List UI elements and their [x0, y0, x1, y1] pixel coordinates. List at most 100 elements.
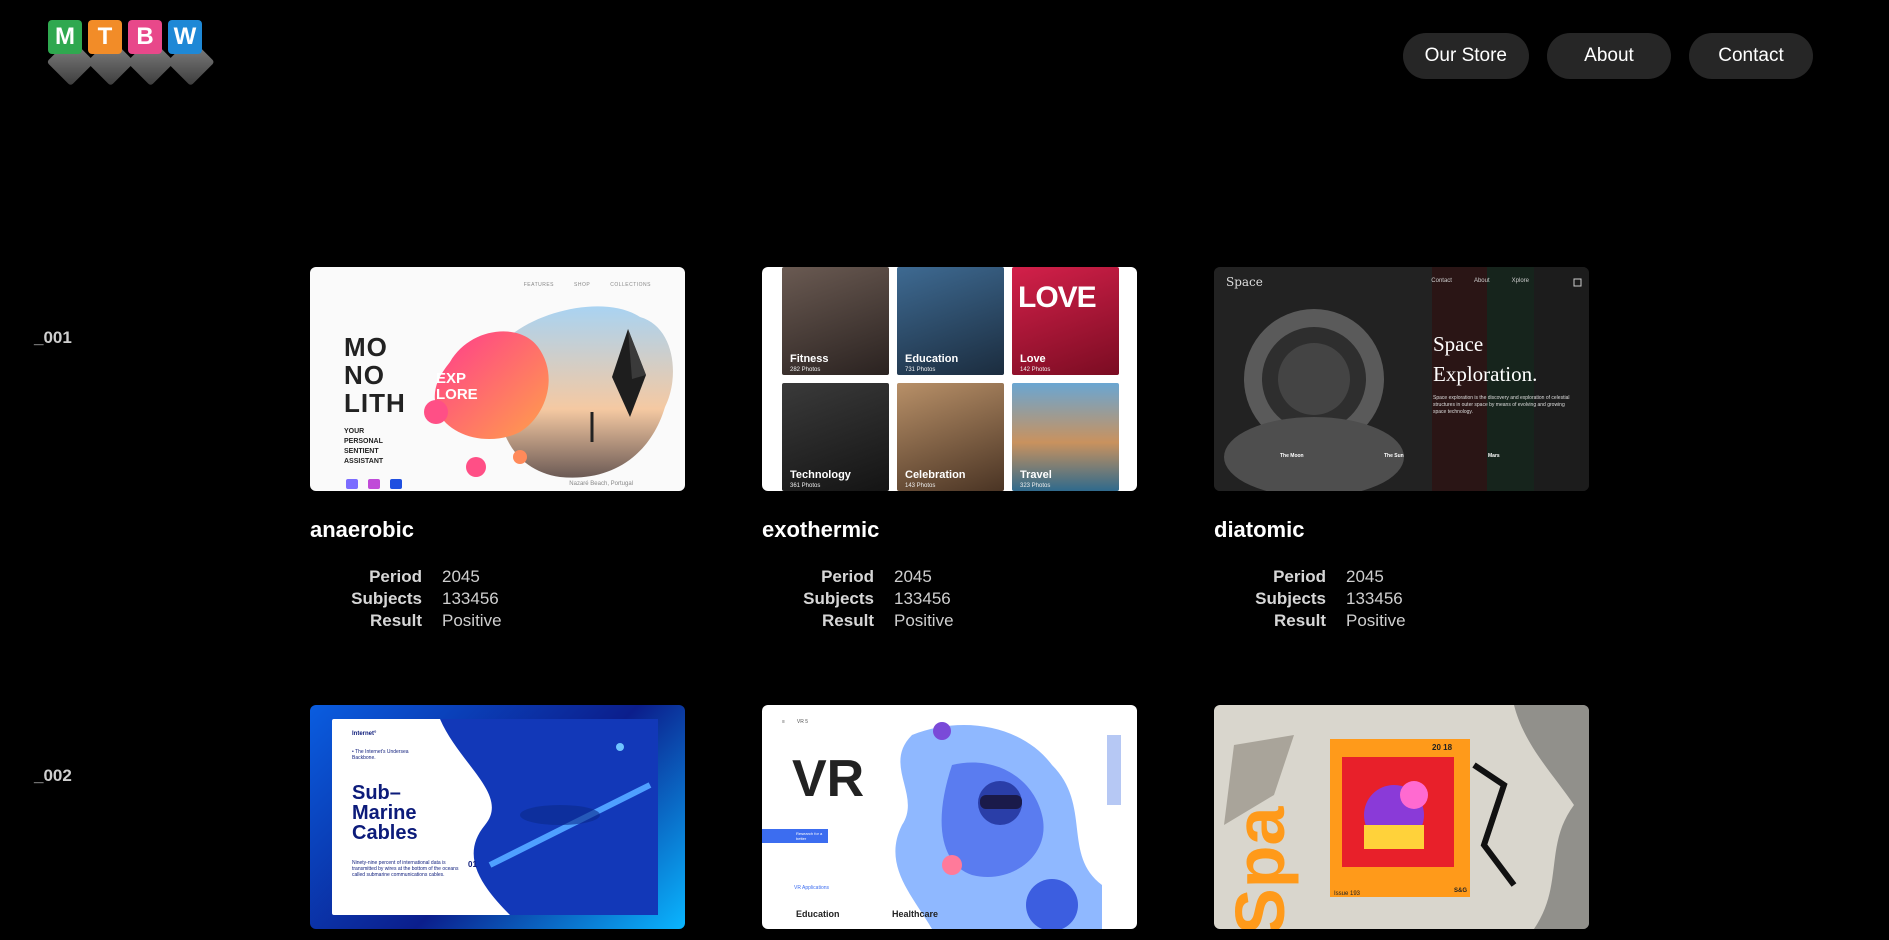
card-title[interactable]: diatomic [1214, 517, 1589, 543]
meta-key-subjects: Subjects [351, 589, 422, 608]
project-card-diatomic[interactable]: Space Contact About Xplore Space Explora… [1214, 267, 1589, 631]
site-logo[interactable]: M T B W [46, 20, 238, 90]
meta-value-subjects: 133456 [442, 589, 499, 608]
logo-letter-t: T [88, 20, 122, 54]
thumb-badge: EXP LORE [436, 371, 478, 403]
thumb-column-label: The Sun [1384, 453, 1404, 459]
logo-letter-m: M [48, 20, 82, 54]
project-card-vr[interactable]: ≡ VR 5 VR Research for a better VR Appli… [762, 705, 1137, 929]
card-title[interactable]: anaerobic [310, 517, 685, 543]
thumb-nav-item: About [1473, 278, 1490, 284]
thumb-nav: Contact About Xplore [1431, 278, 1529, 284]
tile-count: 282 Photos [790, 367, 821, 373]
thumb-title: VR [792, 750, 865, 808]
tile-count: 323 Photos [1020, 483, 1051, 489]
main-nav: Our Store About Contact [1402, 33, 1813, 79]
meta-value-result: Positive [1346, 611, 1406, 630]
poster-brand: S&G [1454, 888, 1468, 894]
meta-key-result: Result [370, 611, 422, 630]
meta-value-period: 2045 [894, 567, 932, 586]
thumb-title-line: Exploration. [1433, 362, 1538, 386]
square-icon [390, 479, 402, 489]
row-label-001: _001 [34, 328, 72, 347]
thumb-title: Sub– Marine Cables [352, 783, 418, 843]
thumb-nav-item: ≡ [782, 719, 785, 725]
thumb-title-line: Sub– [352, 782, 401, 804]
thumb-badge-line: EXP [436, 370, 467, 387]
meta-key-period: Period [821, 567, 874, 586]
thumb-number: 01 [468, 860, 477, 869]
our-store-button[interactable]: Our Store [1402, 33, 1529, 79]
tile-count: 142 Photos [1020, 367, 1051, 373]
meta-value-subjects: 133456 [1346, 589, 1403, 608]
thumb-body: Ninety-nine percent of international dat… [352, 860, 459, 878]
thumb-nav-item: VR 5 [796, 719, 809, 725]
contact-button[interactable]: Contact [1689, 33, 1813, 79]
logo-letter-w: W [168, 20, 202, 54]
meta-key-subjects: Subjects [1255, 589, 1326, 608]
tile-count: 143 Photos [905, 483, 936, 489]
thumb-title-line: Cables [352, 822, 418, 844]
thumb-kicker: • The Internet's Undersea Backbone. [352, 749, 409, 761]
thumb-logo: Space [1226, 275, 1263, 289]
square-icon [368, 479, 380, 489]
project-thumbnail[interactable]: Internet° • The Internet's Undersea Back… [310, 705, 685, 929]
tile-label: Education [905, 353, 959, 365]
meta-key-result: Result [822, 611, 874, 630]
blob-illustration [424, 306, 673, 478]
card-title[interactable]: exothermic [762, 517, 1137, 543]
photo-tile: LOVE Love 142 Photos [1012, 267, 1119, 375]
poster-issue: Issue 193 [1334, 891, 1361, 897]
tile-label: Celebration [905, 469, 966, 481]
tile-label: Fitness [790, 353, 829, 365]
meta-key-period: Period [1273, 567, 1326, 586]
photo-tile: Travel 323 Photos [1012, 383, 1119, 491]
project-card-exothermic[interactable]: Fitness 282 Photos Education 731 Photos … [762, 267, 1137, 631]
photo-tile: Technology 361 Photos [782, 383, 889, 491]
vr-illustration [895, 722, 1121, 929]
photo-tile: Celebration 143 Photos [897, 383, 1004, 491]
card-meta: Period 2045 Subjects 133456 Result Posit… [1214, 567, 1589, 631]
thumb-title: Space Exploration. [1433, 329, 1537, 389]
poster-illustration: Spa [1221, 705, 1589, 929]
thumb-title-line: Marine [352, 802, 417, 824]
card-meta: Period 2045 Subjects 133456 Result Posit… [762, 567, 1137, 631]
meta-value-result: Positive [894, 611, 954, 630]
thumb-button: Research for a better [762, 829, 828, 843]
project-thumbnail[interactable]: FEATURES SHOP COLLECTIONS MO NO LITH YOU… [310, 267, 685, 491]
svg-text:Spa: Spa [1221, 806, 1299, 929]
tile-label: Love [1020, 353, 1046, 365]
thumb-column-label: Mars [1488, 453, 1500, 459]
row-label-002: _002 [34, 766, 72, 785]
project-thumbnail[interactable]: ≡ VR 5 VR Research for a better VR Appli… [762, 705, 1137, 929]
project-thumbnail[interactable]: Fitness 282 Photos Education 731 Photos … [762, 267, 1137, 491]
project-card-anaerobic[interactable]: FEATURES SHOP COLLECTIONS MO NO LITH YOU… [310, 267, 685, 631]
project-thumbnail[interactable]: Space Contact About Xplore Space Explora… [1214, 267, 1589, 491]
project-card-submarine[interactable]: Internet° • The Internet's Undersea Back… [310, 705, 685, 929]
thumb-social-icons [346, 479, 402, 489]
thumb-nav-item: Contact [1431, 278, 1452, 284]
thumb-column-label: The Moon [1280, 453, 1304, 459]
meta-key-result: Result [1274, 611, 1326, 630]
meta-value-period: 2045 [442, 567, 480, 586]
meta-value-period: 2045 [1346, 567, 1384, 586]
love-graffiti: LOVE [1018, 281, 1097, 314]
card-meta: Period 2045 Subjects 133456 Result Posit… [310, 567, 685, 631]
thumb-badge-line: LORE [436, 386, 478, 403]
project-card-poster[interactable]: Spa 20 18 Issue 193 S&G [1214, 705, 1589, 929]
thumb-nav: ≡ VR 5 [782, 719, 808, 725]
about-button[interactable]: About [1547, 33, 1671, 79]
meta-value-subjects: 133456 [894, 589, 951, 608]
meta-value-result: Positive [442, 611, 502, 630]
meta-key-subjects: Subjects [803, 589, 874, 608]
tile-count: 731 Photos [905, 367, 936, 373]
thumb-nav-item: Xplore [1511, 278, 1529, 284]
photo-tile: Education 731 Photos [897, 267, 1004, 375]
tile-label: Technology [790, 469, 851, 481]
thumb-caption: Nazaré Beach, Portugal [569, 481, 633, 487]
thumb-column-label: Healthcare [892, 909, 939, 919]
photo-tile: Fitness 282 Photos [782, 267, 889, 375]
tile-count: 361 Photos [790, 483, 821, 489]
square-icon [346, 479, 358, 489]
project-thumbnail[interactable]: Spa 20 18 Issue 193 S&G [1214, 705, 1589, 929]
